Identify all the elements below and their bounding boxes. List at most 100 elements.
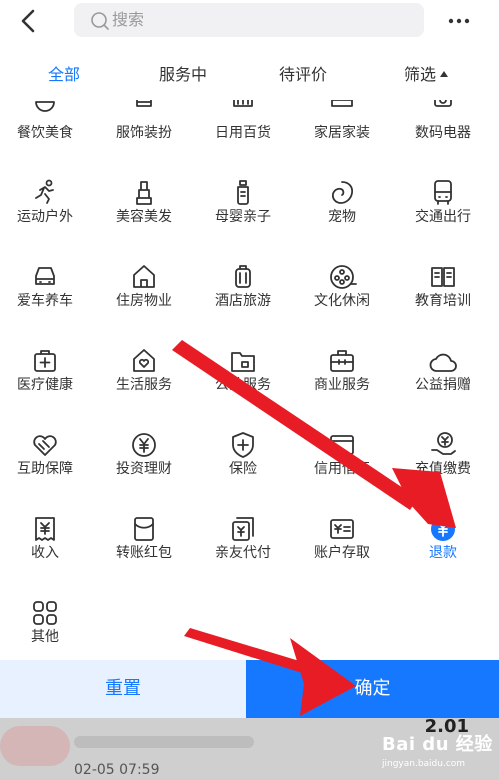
category-item[interactable]: 生活服务 [99, 346, 189, 430]
category-label: 互助保障 [17, 461, 73, 477]
category-item[interactable]: 交通出行 [398, 178, 488, 262]
category-item[interactable]: 餐饮美食 [0, 100, 90, 178]
category-item[interactable]: 数码电器 [398, 100, 488, 178]
category-item[interactable]: 美容美发 [99, 178, 189, 262]
category-item[interactable]: 教育培训 [398, 262, 488, 346]
top-bar: 搜索 [0, 0, 499, 42]
category-label: 商业服务 [314, 377, 370, 393]
blurred-title [74, 736, 254, 748]
medical-kit-icon [30, 346, 60, 376]
yuan-circle-icon [129, 430, 159, 460]
tab-in-service[interactable]: 服务中 [159, 64, 207, 86]
red-envelope-icon [129, 514, 159, 544]
category-item[interactable]: 退款 [398, 514, 488, 598]
category-item[interactable]: 文化休闲 [297, 262, 387, 346]
card-icon [327, 430, 357, 460]
category-item[interactable]: 家居家装 [297, 100, 387, 178]
search-placeholder: 搜索 [112, 10, 145, 29]
category-item[interactable]: 充值缴费 [398, 430, 488, 514]
category-item[interactable]: 酒店旅游 [198, 262, 288, 346]
category-item[interactable]: 住房物业 [99, 262, 189, 346]
category-label: 餐饮美食 [17, 125, 73, 141]
car-icon [30, 262, 60, 292]
category-label: 服饰装扮 [116, 125, 172, 141]
transaction-datetime: 02-05 07:59 [74, 762, 160, 778]
bus-icon [428, 178, 458, 208]
category-item[interactable]: 投资理财 [99, 430, 189, 514]
back-icon[interactable] [14, 6, 44, 36]
category-item[interactable]: 宠物 [297, 178, 387, 262]
pet-icon [327, 178, 357, 208]
category-label: 数码电器 [415, 125, 471, 141]
filter-tabs: 全部 服务中 待评价 筛选 [0, 56, 499, 96]
bowl-icon [30, 100, 60, 124]
category-item[interactable]: 账户存取 [297, 514, 387, 598]
grid-icon [30, 598, 60, 628]
category-item[interactable]: 保险 [198, 430, 288, 514]
baby-bottle-icon [228, 178, 258, 208]
category-item[interactable]: 亲友代付 [198, 514, 288, 598]
heart-cloud-icon [428, 346, 458, 376]
category-label: 美容美发 [116, 209, 172, 225]
blurred-avatar [0, 726, 70, 766]
category-item[interactable]: 转账红包 [99, 514, 189, 598]
clothes-icon [129, 100, 159, 124]
category-label: 运动户外 [17, 209, 73, 225]
category-item[interactable]: 互助保障 [0, 430, 90, 514]
tab-to-review[interactable]: 待评价 [279, 64, 327, 86]
category-label: 账户存取 [314, 545, 370, 561]
reset-button[interactable]: 重置 [0, 660, 246, 718]
category-label: 退款 [429, 545, 457, 561]
category-label: 住房物业 [116, 293, 172, 309]
category-label: 保险 [229, 461, 257, 477]
lipstick-icon [129, 178, 159, 208]
category-item[interactable]: 运动户外 [0, 178, 90, 262]
watermark-logo: Bai du 经验 [382, 734, 493, 755]
category-item[interactable]: 公共服务 [198, 346, 288, 430]
tab-filter[interactable]: 筛选 [404, 64, 449, 86]
category-label: 母婴亲子 [215, 209, 271, 225]
category-label: 教育培训 [415, 293, 471, 309]
refund-icon [428, 514, 458, 544]
category-item[interactable]: 公益捐赠 [398, 346, 488, 430]
category-item[interactable]: 爱车养车 [0, 262, 90, 346]
home-heart-icon [129, 346, 159, 376]
category-label: 爱车养车 [17, 293, 73, 309]
category-item[interactable]: 服饰装扮 [99, 100, 189, 178]
category-item[interactable]: 其他 [0, 598, 90, 660]
category-label: 信用借还 [314, 461, 370, 477]
handshake-heart-icon [30, 430, 60, 460]
category-label: 医疗健康 [17, 377, 73, 393]
watermark-url: jingyan.baidu.com [382, 759, 466, 769]
category-item[interactable]: 商业服务 [297, 346, 387, 430]
category-label: 亲友代付 [215, 545, 271, 561]
category-label: 生活服务 [116, 377, 172, 393]
book-icon [428, 262, 458, 292]
tab-all[interactable]: 全部 [48, 64, 80, 86]
category-item[interactable]: 母婴亲子 [198, 178, 288, 262]
category-label: 酒店旅游 [215, 293, 271, 309]
briefcase-icon [327, 346, 357, 376]
category-label: 交通出行 [415, 209, 471, 225]
category-item[interactable]: 日用百货 [198, 100, 288, 178]
more-options-icon[interactable] [444, 8, 474, 34]
category-item[interactable]: 医疗健康 [0, 346, 90, 430]
shield-plus-icon [228, 430, 258, 460]
category-label: 充值缴费 [415, 461, 471, 477]
confirm-button[interactable]: 确定 [246, 660, 499, 718]
camera-icon [428, 100, 458, 124]
search-input[interactable]: 搜索 [74, 3, 424, 37]
tab-filter-label: 筛选 [404, 65, 437, 84]
category-item[interactable]: 收入 [0, 514, 90, 598]
runner-icon [30, 178, 60, 208]
category-label: 投资理财 [116, 461, 172, 477]
category-label: 宠物 [328, 209, 356, 225]
category-item[interactable]: 信用借还 [297, 430, 387, 514]
search-icon [90, 11, 110, 31]
category-label: 公共服务 [215, 377, 271, 393]
house-icon [129, 262, 159, 292]
category-label: 转账红包 [116, 545, 172, 561]
folder-icon [228, 346, 258, 376]
cards-yuan-icon [228, 514, 258, 544]
basket-icon [228, 100, 258, 124]
